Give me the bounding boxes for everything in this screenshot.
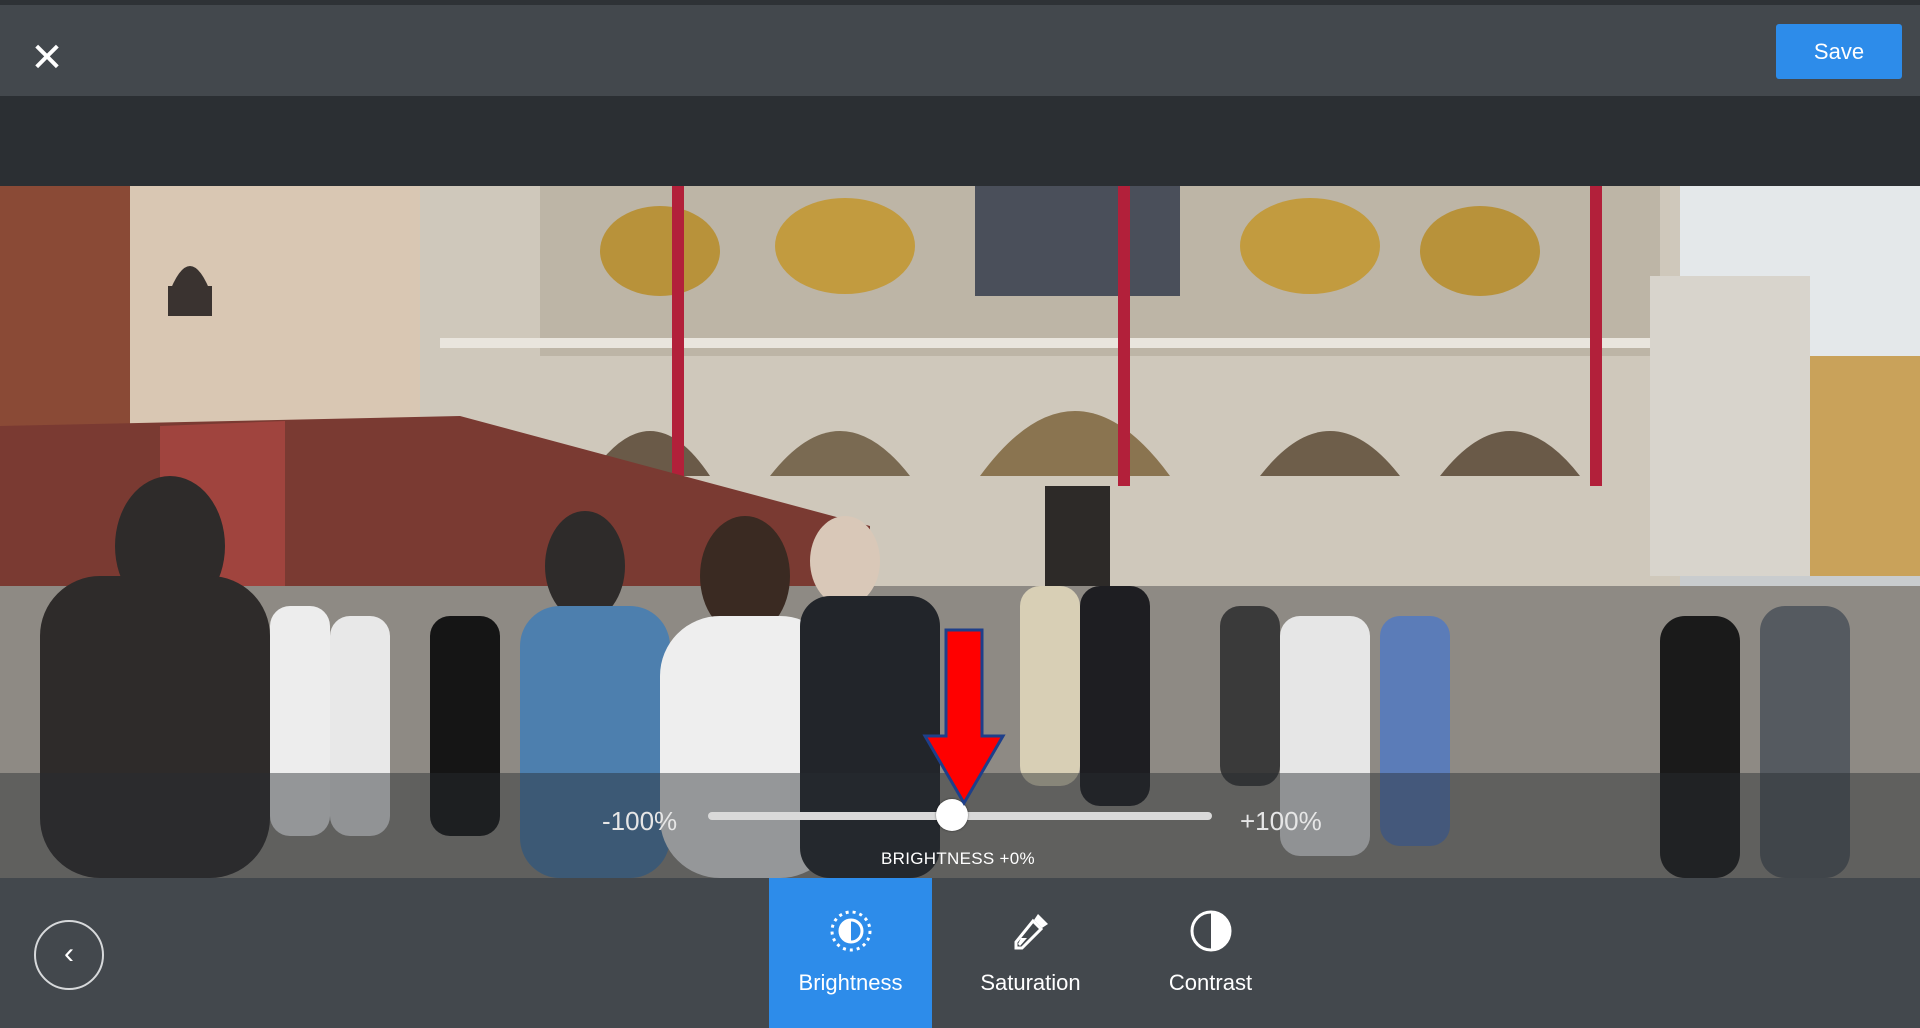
- contrast-icon: [1190, 910, 1232, 952]
- tool-label: Brightness: [798, 970, 903, 995]
- top-bar: ✕ Save: [0, 0, 1920, 96]
- save-button[interactable]: Save: [1776, 24, 1902, 79]
- back-button[interactable]: ‹: [34, 920, 104, 990]
- eyedropper-icon: [1014, 914, 1048, 950]
- tool-label: Contrast: [1168, 970, 1253, 995]
- slider-value-label: BRIGHTNESS +0%: [881, 849, 1035, 868]
- tool-label: Saturation: [980, 970, 1081, 995]
- slider-min-label: -100%: [602, 806, 678, 836]
- tool-saturation[interactable]: Saturation: [949, 878, 1112, 1028]
- tool-brightness[interactable]: Brightness: [769, 878, 932, 1028]
- bottom-toolbar: ‹ Brightness Saturation Contrast: [0, 878, 1920, 1028]
- header-spacer: [0, 96, 1920, 186]
- brightness-icon: [830, 910, 872, 952]
- tool-contrast[interactable]: Contrast: [1129, 878, 1292, 1028]
- close-icon[interactable]: ✕: [26, 37, 68, 79]
- slider-max-label: +100%: [1240, 806, 1322, 836]
- chevron-left-icon: ‹: [64, 937, 74, 970]
- annotation-arrow-icon: [922, 628, 1006, 806]
